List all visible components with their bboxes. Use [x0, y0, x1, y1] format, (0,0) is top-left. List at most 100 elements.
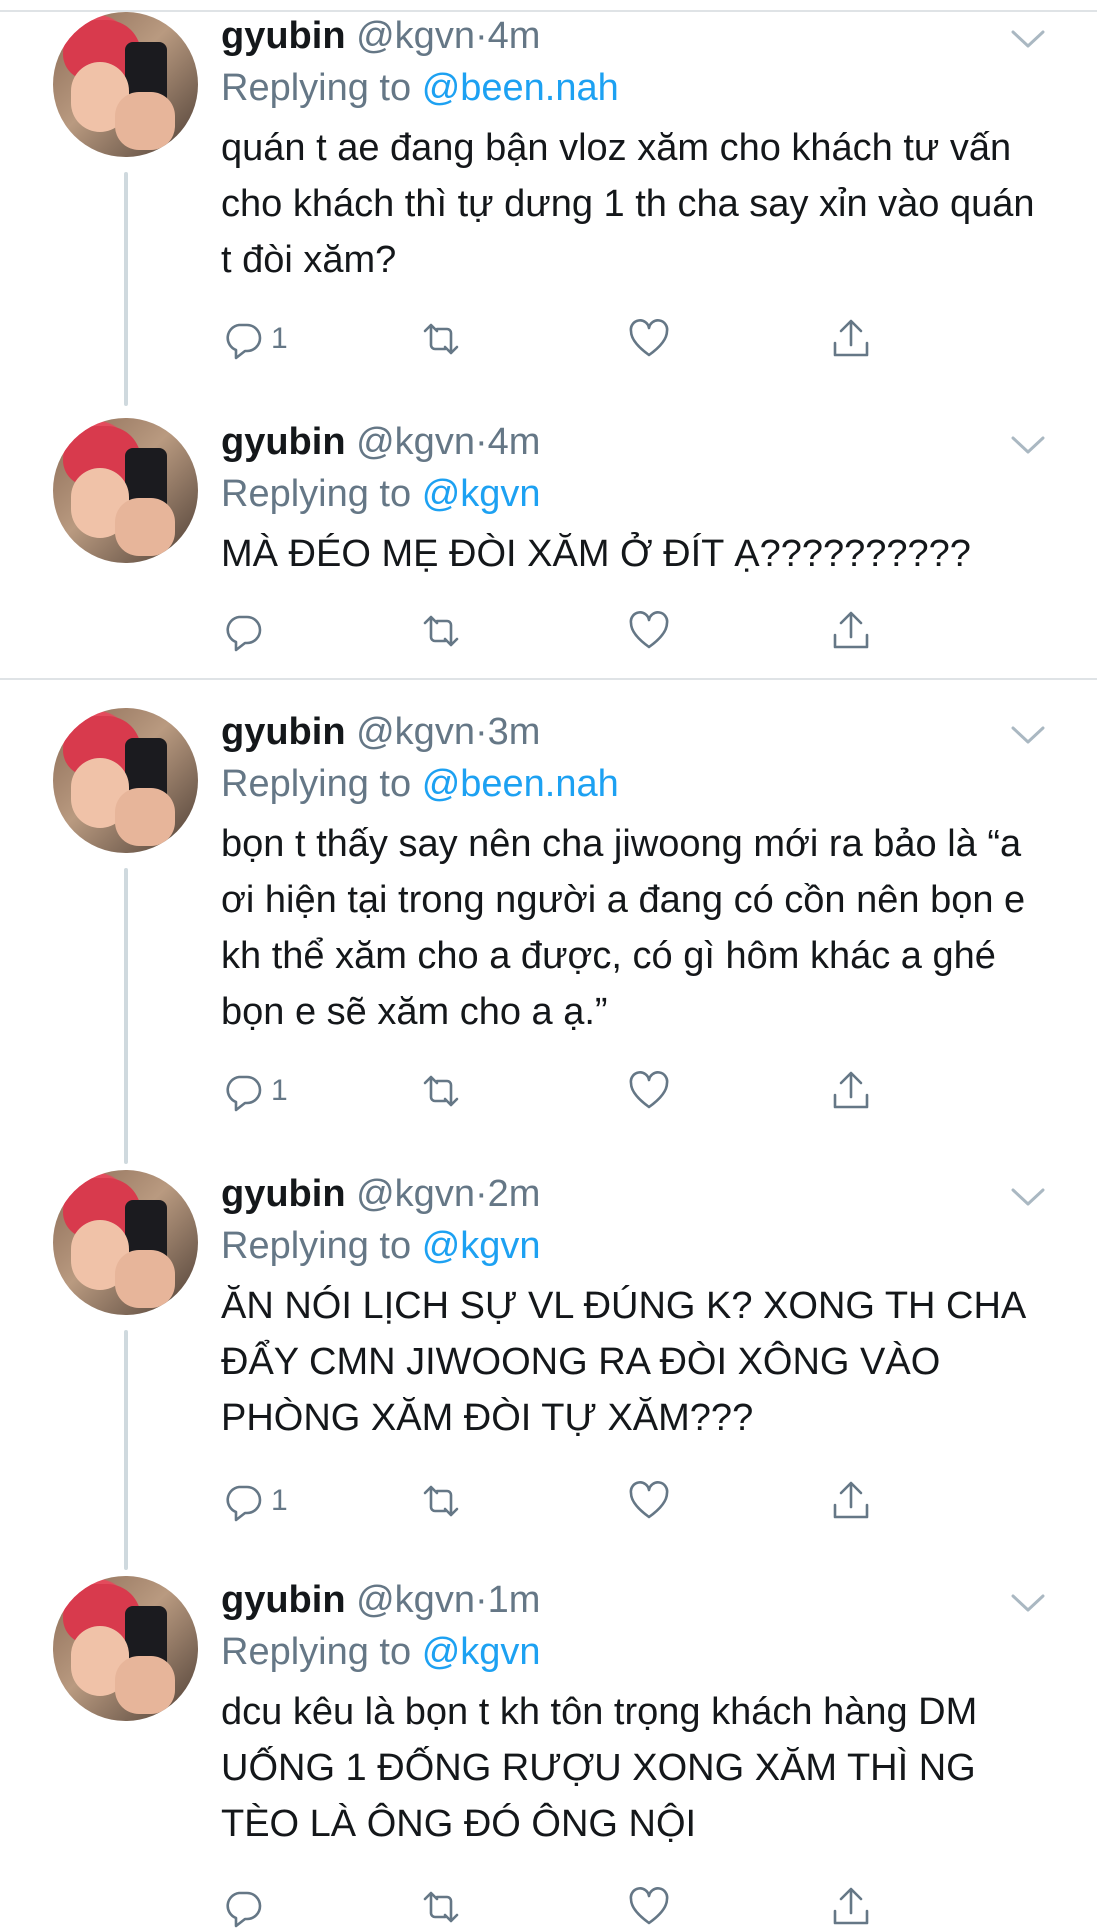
reply-button[interactable]: 1	[221, 1476, 288, 1526]
like-icon	[629, 1071, 669, 1109]
chevron-down-icon[interactable]	[1010, 28, 1046, 50]
separator-dot: ·	[474, 421, 488, 463]
separator-dot: ·	[474, 15, 488, 57]
timestamp[interactable]: 1m	[488, 1579, 541, 1621]
tweet[interactable]: gyubin @kgvn·2m Replying to @kgvn ĂN NÓI…	[0, 1170, 1097, 1570]
tweet-text: quán t ae đang bận vloz xăm cho khách tư…	[221, 127, 1035, 281]
avatar[interactable]	[53, 708, 198, 853]
like-button[interactable]	[627, 1882, 671, 1932]
separator-dot: ·	[474, 1173, 488, 1215]
tweet[interactable]: gyubin @kgvn·4m Replying to @been.nah qu…	[0, 12, 1097, 412]
like-button[interactable]	[627, 606, 671, 656]
like-button[interactable]	[627, 1066, 671, 1116]
share-button[interactable]	[829, 1476, 873, 1526]
display-name[interactable]: gyubin	[221, 421, 346, 463]
retweet-icon	[423, 615, 459, 647]
retweet-button[interactable]	[419, 606, 463, 656]
retweet-button[interactable]	[419, 1066, 463, 1116]
reply-icon	[226, 1485, 262, 1522]
retweet-icon	[423, 1891, 459, 1923]
tweet-actions	[221, 1882, 921, 1932]
share-icon	[833, 1071, 869, 1109]
tweet-text: bọn t thấy say nên cha jiwoong mới ra bả…	[221, 823, 1026, 1033]
reply-button[interactable]: 1	[221, 1066, 288, 1116]
tweet-header: gyubin @kgvn·4m	[221, 418, 540, 466]
share-button[interactable]	[829, 606, 873, 656]
reply-icon	[226, 1075, 262, 1112]
retweet-icon	[423, 1485, 459, 1517]
like-icon	[629, 1481, 669, 1519]
tweet-actions	[221, 606, 921, 656]
avatar[interactable]	[53, 12, 198, 157]
avatar[interactable]	[53, 1170, 198, 1315]
replying-to: Replying to @kgvn	[221, 1628, 541, 1676]
tweet-text: ĂN NÓI LỊCH SỰ VL ĐÚNG K? XONG TH CHA ĐẨ…	[221, 1285, 1025, 1439]
chevron-down-icon[interactable]	[1010, 724, 1046, 746]
reply-button[interactable]	[221, 606, 271, 656]
tweet-actions: 1	[221, 1476, 921, 1526]
chevron-down-icon[interactable]	[1010, 1186, 1046, 1208]
chevron-down-icon[interactable]	[1010, 434, 1046, 456]
reply-button[interactable]: 1	[221, 314, 288, 364]
reply-icon	[226, 323, 262, 360]
share-button[interactable]	[829, 1882, 873, 1932]
reply-button[interactable]	[221, 1882, 271, 1932]
share-button[interactable]	[829, 314, 873, 364]
retweet-button[interactable]	[419, 1882, 463, 1932]
user-handle[interactable]: @kgvn	[356, 1173, 475, 1215]
display-name[interactable]: gyubin	[221, 1579, 346, 1621]
mention-link[interactable]: @been.nah	[422, 67, 619, 109]
user-handle[interactable]: @kgvn	[356, 711, 475, 753]
reply-icon	[226, 1891, 262, 1928]
reply-count: 1	[271, 322, 288, 355]
avatar[interactable]	[53, 418, 198, 563]
tweet-actions: 1	[221, 1066, 921, 1116]
timestamp[interactable]: 4m	[488, 15, 541, 57]
display-name[interactable]: gyubin	[221, 711, 346, 753]
retweet-icon	[423, 1075, 459, 1107]
avatar[interactable]	[53, 1576, 198, 1721]
replying-to: Replying to @been.nah	[221, 64, 619, 112]
retweet-button[interactable]	[419, 314, 463, 364]
tweet-header: gyubin @kgvn·1m	[221, 1576, 540, 1624]
replying-to: Replying to @been.nah	[221, 760, 619, 808]
like-button[interactable]	[627, 1476, 671, 1526]
replying-to: Replying to @kgvn	[221, 470, 541, 518]
replying-to: Replying to @kgvn	[221, 1222, 541, 1270]
mention-link[interactable]: @kgvn	[422, 1225, 541, 1267]
display-name[interactable]: gyubin	[221, 15, 346, 57]
replying-to-label: Replying to	[221, 67, 412, 109]
timestamp[interactable]: 4m	[488, 421, 541, 463]
replying-to-label: Replying to	[221, 1225, 412, 1267]
share-icon	[833, 611, 869, 649]
user-handle[interactable]: @kgvn	[356, 1579, 475, 1621]
like-icon	[629, 1887, 669, 1925]
tweet-actions: 1	[221, 314, 921, 364]
display-name[interactable]: gyubin	[221, 1173, 346, 1215]
replying-to-label: Replying to	[221, 763, 412, 805]
tweet[interactable]: gyubin @kgvn·1m Replying to @kgvn dcu kê…	[0, 1576, 1097, 1928]
mention-link[interactable]: @kgvn	[422, 473, 541, 515]
share-button[interactable]	[829, 1066, 873, 1116]
like-icon	[629, 611, 669, 649]
reply-count: 1	[271, 1074, 288, 1107]
like-button[interactable]	[627, 314, 671, 364]
mention-link[interactable]: @been.nah	[422, 763, 619, 805]
share-icon	[833, 1481, 869, 1519]
tweet-text: dcu kêu là bọn t kh tôn trọng khách hàng…	[221, 1691, 978, 1845]
user-handle[interactable]: @kgvn	[356, 15, 475, 57]
share-icon	[833, 319, 869, 357]
timestamp[interactable]: 2m	[488, 1173, 541, 1215]
timestamp[interactable]: 3m	[488, 711, 541, 753]
tweet[interactable]: gyubin @kgvn·3m Replying to @been.nah bọ…	[0, 708, 1097, 1158]
retweet-button[interactable]	[419, 1476, 463, 1526]
conversation-divider	[0, 678, 1097, 680]
tweet-header: gyubin @kgvn·3m	[221, 708, 540, 756]
tweet[interactable]: gyubin @kgvn·4m Replying to @kgvn MÀ ĐÉO…	[0, 418, 1097, 668]
mention-link[interactable]: @kgvn	[422, 1631, 541, 1673]
user-handle[interactable]: @kgvn	[356, 421, 475, 463]
tweet-text: MÀ ĐÉO MẸ ĐÒI XĂM Ở ĐÍT Ạ??????????	[221, 533, 971, 575]
like-icon	[629, 319, 669, 357]
chevron-down-icon[interactable]	[1010, 1592, 1046, 1614]
share-icon	[833, 1887, 869, 1925]
